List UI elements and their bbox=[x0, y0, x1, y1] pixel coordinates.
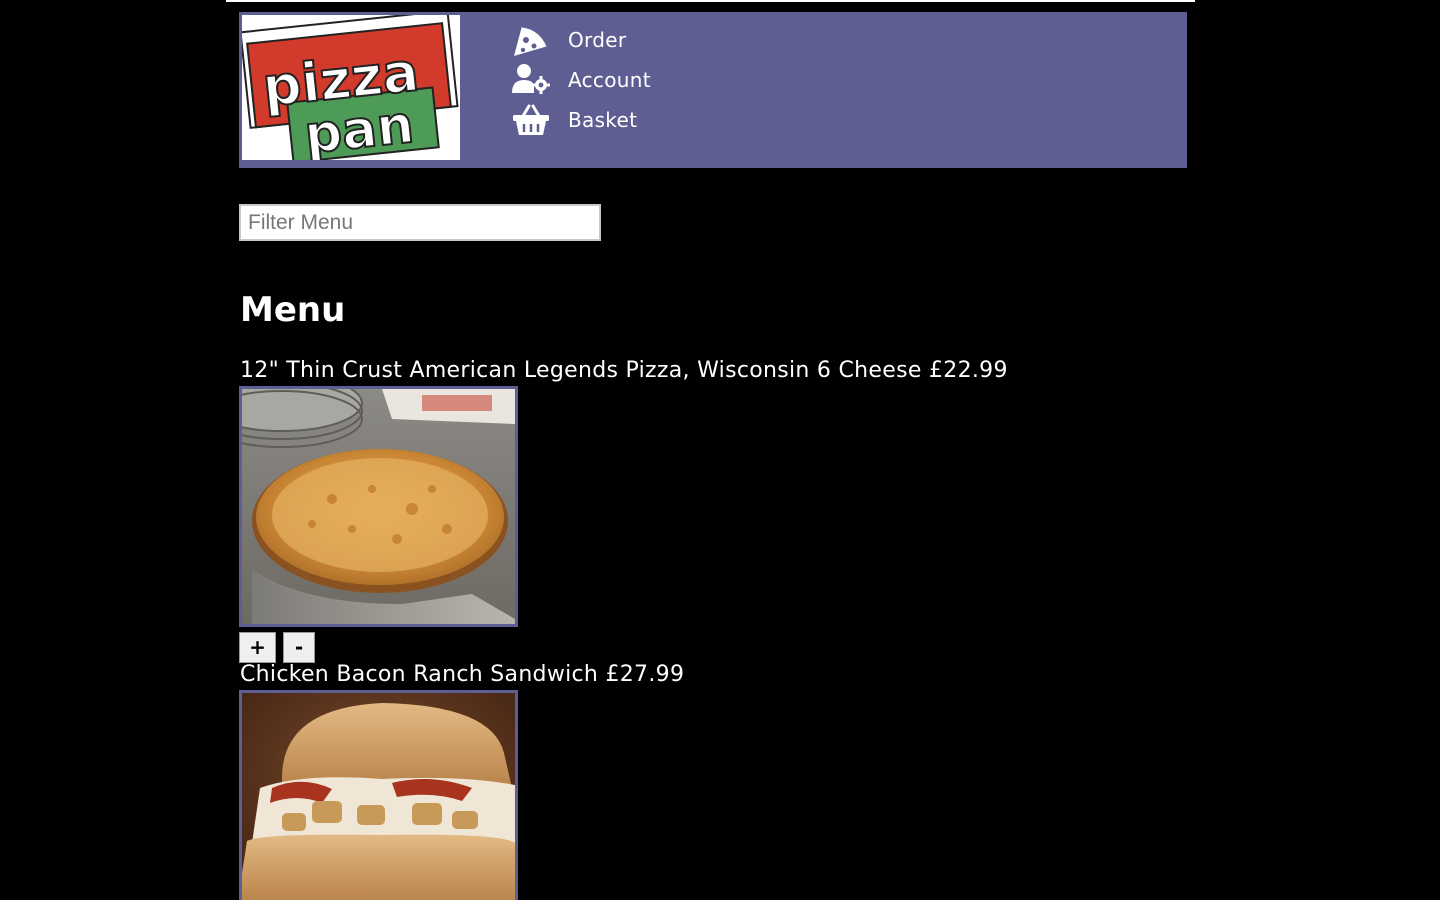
nav-item-order[interactable]: Order bbox=[512, 20, 812, 60]
nav-label-order: Order bbox=[568, 28, 627, 52]
menu-item-title: Chicken Bacon Ranch Sandwich £27.99 bbox=[240, 662, 685, 687]
pizza-slice-icon bbox=[512, 22, 552, 58]
nav-label-basket: Basket bbox=[568, 108, 638, 132]
main-nav: Order Account Basket bbox=[512, 20, 812, 140]
add-quantity-button[interactable]: + bbox=[239, 632, 276, 663]
basket-icon bbox=[512, 102, 552, 138]
site-header: pizza pan Order Account Basket bbox=[239, 12, 1187, 168]
menu-heading: Menu bbox=[240, 290, 346, 330]
nav-label-account: Account bbox=[568, 68, 651, 92]
nav-item-basket[interactable]: Basket bbox=[512, 100, 812, 140]
user-gear-icon bbox=[512, 62, 552, 98]
filter-menu-input[interactable] bbox=[239, 204, 601, 241]
pizza-pan-logo[interactable]: pizza pan bbox=[242, 15, 460, 160]
menu-item-title: 12" Thin Crust American Legends Pizza, W… bbox=[240, 358, 1008, 383]
sandwich-photo bbox=[239, 690, 518, 900]
top-divider bbox=[226, 0, 1195, 2]
logo-text-pan: pan bbox=[302, 95, 417, 160]
remove-quantity-button[interactable]: - bbox=[283, 632, 315, 663]
pizza-photo bbox=[239, 386, 518, 627]
nav-item-account[interactable]: Account bbox=[512, 60, 812, 100]
